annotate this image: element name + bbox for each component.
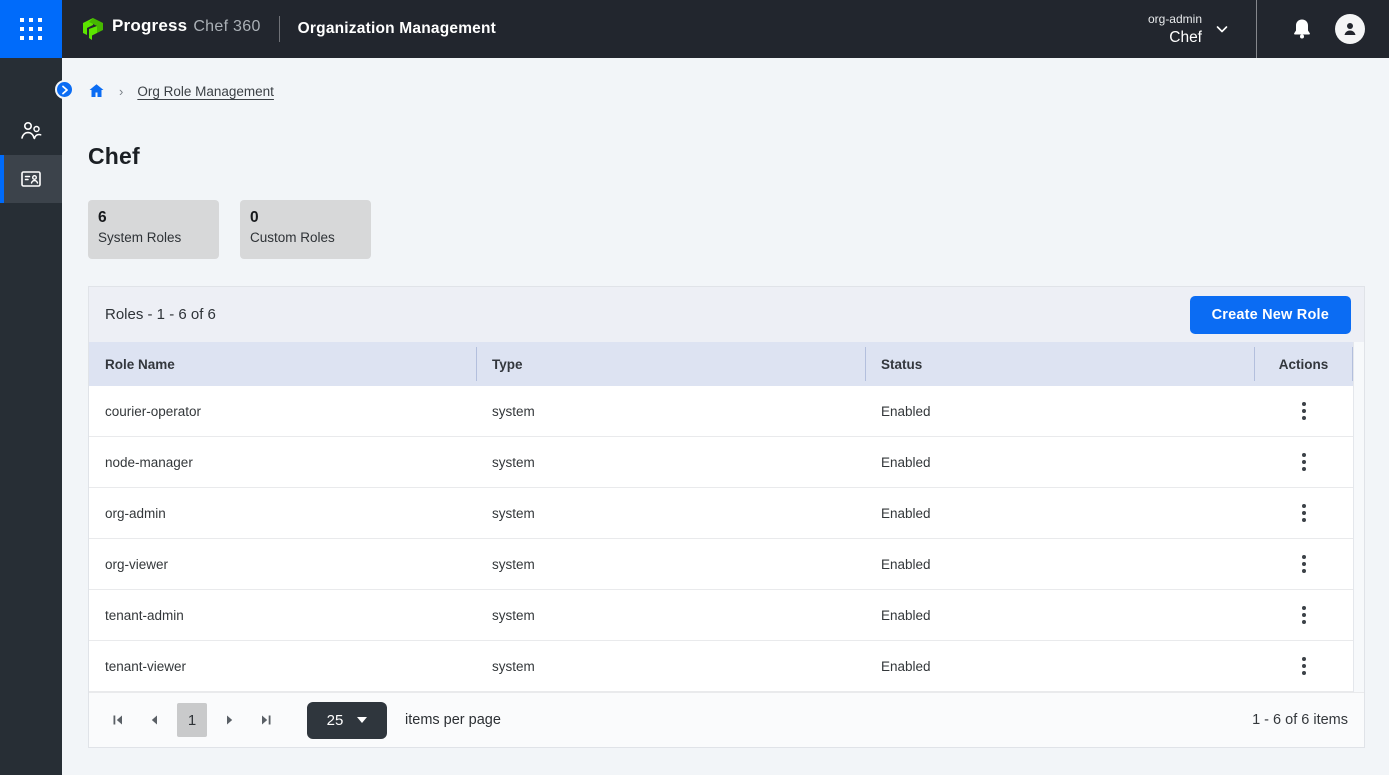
stats-row: 6 System Roles 0 Custom Roles: [88, 200, 1365, 259]
cell-role-name: tenant-viewer: [89, 659, 476, 674]
page-size-select[interactable]: 25: [307, 702, 387, 739]
pagination-bar: 1 25 items per page 1 - 6 of 6 items: [89, 692, 1364, 747]
person-icon: [1342, 21, 1358, 37]
table-row: tenant-viewer system Enabled: [89, 641, 1353, 692]
page-number-button[interactable]: 1: [177, 703, 207, 737]
left-sidebar: [0, 58, 62, 775]
grid-toolbar: Roles - 1 - 6 of 6 Create New Role: [89, 287, 1364, 342]
top-header: Progress Chef 360 Organization Managemen…: [0, 0, 1389, 58]
last-page-icon: [259, 713, 273, 727]
row-actions-menu-button[interactable]: [1292, 396, 1316, 426]
cell-status: Enabled: [865, 506, 1254, 521]
app-launcher-button[interactable]: [0, 0, 62, 58]
notifications-button[interactable]: [1291, 17, 1313, 41]
breadcrumb: › Org Role Management: [88, 81, 1365, 101]
header-divider: [1256, 0, 1257, 58]
grid-title: Roles - 1 - 6 of 6: [105, 306, 216, 323]
stat-value: 0: [250, 209, 361, 227]
cell-type: system: [476, 506, 865, 521]
page-size-value: 25: [327, 712, 344, 729]
page-title: Chef: [88, 143, 1365, 170]
breadcrumb-link-org-role-management[interactable]: Org Role Management: [137, 84, 274, 99]
stat-label: Custom Roles: [250, 230, 361, 245]
home-icon[interactable]: [88, 83, 105, 99]
avatar: [1335, 14, 1365, 44]
cell-type: system: [476, 404, 865, 419]
chevron-down-icon: [1214, 21, 1230, 37]
caret-down-icon: [357, 717, 367, 723]
table-row: org-viewer system Enabled: [89, 539, 1353, 590]
cell-status: Enabled: [865, 557, 1254, 572]
scrollbar-gutter: [1353, 342, 1364, 692]
app-title: Organization Management: [298, 20, 496, 38]
items-per-page-label: items per page: [405, 712, 501, 728]
sidebar-item-users[interactable]: [0, 107, 62, 155]
row-actions-menu-button[interactable]: [1292, 651, 1316, 681]
table-row: tenant-admin system Enabled: [89, 590, 1353, 641]
progress-logo-icon: [80, 16, 106, 42]
sidebar-item-org-roles[interactable]: [0, 155, 62, 203]
table-body: courier-operator system Enabled node-man…: [89, 386, 1353, 692]
first-page-icon: [111, 713, 125, 727]
row-actions-menu-button[interactable]: [1292, 498, 1316, 528]
last-page-button[interactable]: [253, 704, 279, 736]
cell-role-name: org-admin: [89, 506, 476, 521]
sidebar-expand-button[interactable]: [55, 80, 74, 99]
brand-logo: Progress Chef 360: [80, 16, 261, 42]
cell-role-name: tenant-admin: [89, 608, 476, 623]
brand-secondary-text: Chef 360: [193, 18, 260, 36]
main-content: › Org Role Management Chef 6 System Role…: [62, 58, 1389, 775]
cell-status: Enabled: [865, 608, 1254, 623]
user-menu-button[interactable]: [1335, 14, 1365, 44]
bell-icon: [1291, 17, 1313, 41]
column-header-actions: Actions: [1254, 342, 1353, 386]
users-icon: [18, 119, 44, 143]
column-header-type[interactable]: Type: [476, 342, 865, 386]
cell-role-name: courier-operator: [89, 404, 476, 419]
roles-table: Role Name Type Status Actions courier-op…: [89, 342, 1353, 692]
cell-type: system: [476, 608, 865, 623]
cell-type: system: [476, 659, 865, 674]
stat-card-custom-roles: 0 Custom Roles: [240, 200, 371, 259]
table-row: courier-operator system Enabled: [89, 386, 1353, 437]
pagination-range-label: 1 - 6 of 6 items: [1252, 712, 1348, 728]
stat-label: System Roles: [98, 230, 209, 245]
cell-status: Enabled: [865, 455, 1254, 470]
cell-role-name: org-viewer: [89, 557, 476, 572]
org-role-label: org-admin: [1148, 12, 1202, 26]
org-switcher[interactable]: org-admin Chef: [1148, 12, 1230, 47]
roles-grid: Roles - 1 - 6 of 6 Create New Role Role …: [88, 286, 1365, 748]
apps-grid-icon: [20, 18, 42, 40]
create-new-role-button[interactable]: Create New Role: [1190, 296, 1351, 334]
previous-page-button[interactable]: [141, 704, 167, 736]
chevron-right-icon: [60, 85, 70, 95]
cell-status: Enabled: [865, 404, 1254, 419]
first-page-button[interactable]: [105, 704, 131, 736]
header-divider: [279, 16, 280, 42]
breadcrumb-separator-icon: ›: [119, 84, 123, 99]
stat-card-system-roles: 6 System Roles: [88, 200, 219, 259]
row-actions-menu-button[interactable]: [1292, 549, 1316, 579]
table-row: node-manager system Enabled: [89, 437, 1353, 488]
cell-status: Enabled: [865, 659, 1254, 674]
next-page-button[interactable]: [217, 704, 243, 736]
cell-type: system: [476, 557, 865, 572]
brand-primary-text: Progress: [112, 16, 187, 36]
cell-type: system: [476, 455, 865, 470]
role-badge-icon: [18, 167, 44, 191]
table-row: org-admin system Enabled: [89, 488, 1353, 539]
chevron-left-icon: [148, 713, 160, 727]
chevron-right-icon: [224, 713, 236, 727]
table-header-row: Role Name Type Status Actions: [89, 342, 1353, 386]
org-name-label: Chef: [1169, 29, 1202, 47]
column-header-role-name[interactable]: Role Name: [89, 342, 476, 386]
row-actions-menu-button[interactable]: [1292, 600, 1316, 630]
column-header-status[interactable]: Status: [865, 342, 1254, 386]
stat-value: 6: [98, 209, 209, 227]
cell-role-name: node-manager: [89, 455, 476, 470]
row-actions-menu-button[interactable]: [1292, 447, 1316, 477]
